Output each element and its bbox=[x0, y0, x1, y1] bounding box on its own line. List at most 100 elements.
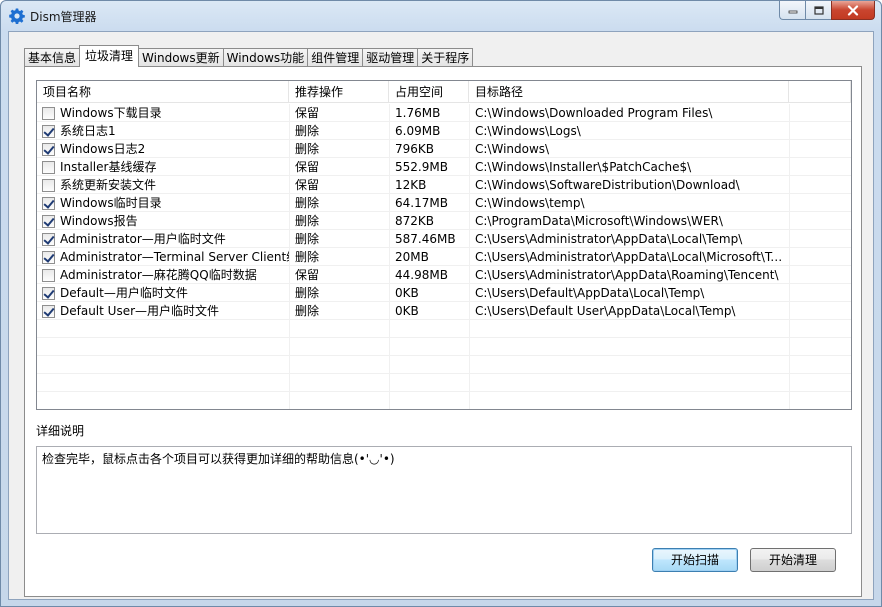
row-checkbox[interactable] bbox=[42, 178, 55, 192]
row-checkbox[interactable] bbox=[42, 196, 55, 210]
cell-action: 保留 bbox=[295, 160, 320, 174]
cell-path: C:\Users\Administrator\AppData\Roaming\T… bbox=[475, 268, 779, 282]
minimize-button[interactable] bbox=[779, 1, 805, 20]
cell-action: 保留 bbox=[295, 268, 320, 282]
cell-action: 保留 bbox=[295, 178, 320, 192]
cell-path: C:\ProgramData\Microsoft\Windows\WER\ bbox=[475, 214, 723, 228]
cell-path: C:\Windows\Downloaded Program Files\ bbox=[475, 106, 713, 120]
detail-label: 详细说明 bbox=[36, 424, 85, 438]
close-button[interactable] bbox=[831, 1, 875, 20]
tab-basic-info[interactable]: 基本信息 bbox=[24, 48, 81, 67]
cell-action: 删除 bbox=[295, 214, 320, 228]
row-checkbox[interactable] bbox=[42, 250, 55, 264]
gear-icon bbox=[9, 8, 25, 24]
column-header-size[interactable]: 占用空间 bbox=[389, 81, 469, 103]
cell-name: 系统日志1 bbox=[37, 122, 289, 140]
maximize-icon bbox=[813, 5, 824, 15]
column-header-path[interactable]: 目标路径 bbox=[469, 81, 789, 103]
tab-strip: 基本信息 垃圾清理 Windows更新 Windows功能 组件管理 驱动管理 … bbox=[24, 45, 474, 67]
table-row[interactable]: Default User—用户临时文件 删除 0KB C:\Users\Default… bbox=[37, 302, 851, 320]
app-window: Dism管理器 基本信息 垃圾清理 Windows更新 Windows功能 组件… bbox=[0, 0, 882, 607]
item-name: Windows日志2 bbox=[60, 142, 146, 156]
tab-junk-cleanup[interactable]: 垃圾清理 bbox=[79, 45, 140, 67]
item-name: Windows临时目录 bbox=[60, 196, 162, 210]
cell-name: Windows日志2 bbox=[37, 140, 289, 158]
cell-size: 6.09MB bbox=[395, 124, 441, 138]
caption-buttons bbox=[779, 1, 875, 21]
table-row[interactable]: Windows日志2 删除 796KB C:\Windows\ bbox=[37, 140, 851, 158]
cell-size: 0KB bbox=[395, 304, 419, 318]
item-name: Windows报告 bbox=[60, 214, 138, 228]
cell-name: Windows报告 bbox=[37, 212, 289, 230]
empty-row bbox=[37, 356, 851, 374]
table-row[interactable]: Windows下载目录 保留 1.76MB C:\Windows\Downloaded… bbox=[37, 104, 851, 122]
item-name: Administrator—用户临时文件 bbox=[60, 232, 226, 246]
junk-cleanup-panel: 项目名称 推荐操作 占用空间 目标路径 Windows下载目录 保留 1.76MB C… bbox=[24, 66, 862, 597]
cell-size: 587.46MB bbox=[395, 232, 456, 246]
minimize-icon bbox=[788, 10, 797, 14]
cell-name: Administrator—麻花腾QQ临时数据 bbox=[37, 266, 289, 284]
item-name: Administrator—麻花腾QQ临时数据 bbox=[60, 268, 257, 282]
row-checkbox[interactable] bbox=[42, 232, 55, 246]
tab-about[interactable]: 关于程序 bbox=[417, 48, 474, 67]
cell-path: C:\Windows\Installer\$PatchCache$\ bbox=[475, 160, 692, 174]
client-area: 基本信息 垃圾清理 Windows更新 Windows功能 组件管理 驱动管理 … bbox=[8, 31, 874, 600]
cell-path: C:\Windows\SoftwareDistribution\Download… bbox=[475, 178, 740, 192]
cell-size: 0KB bbox=[395, 286, 419, 300]
cell-path: C:\Users\Administrator\AppData\Local\Tem… bbox=[475, 232, 743, 246]
column-header-filler bbox=[789, 81, 851, 103]
row-checkbox[interactable] bbox=[42, 268, 55, 282]
tab-windows-update[interactable]: Windows更新 bbox=[138, 48, 224, 67]
table-row[interactable]: Installer基线缓存 保留 552.9MB C:\Windows\Install… bbox=[37, 158, 851, 176]
close-icon bbox=[847, 4, 859, 16]
cell-path: C:\Windows\temp\ bbox=[475, 196, 585, 210]
table-row[interactable]: Windows临时目录 删除 64.17MB C:\Windows\temp\ bbox=[37, 194, 851, 212]
column-header-name[interactable]: 项目名称 bbox=[37, 81, 289, 103]
row-checkbox[interactable] bbox=[42, 106, 55, 120]
cleanup-list[interactable]: 项目名称 推荐操作 占用空间 目标路径 Windows下载目录 保留 1.76MB C… bbox=[36, 80, 852, 410]
cell-size: 1.76MB bbox=[395, 106, 441, 120]
start-scan-button[interactable]: 开始扫描 bbox=[652, 548, 738, 572]
row-checkbox[interactable] bbox=[42, 214, 55, 228]
empty-row bbox=[37, 320, 851, 338]
row-checkbox[interactable] bbox=[42, 286, 55, 300]
cell-name: 系统更新安装文件 bbox=[37, 176, 289, 194]
cell-path: C:\Users\Default\AppData\Local\Temp\ bbox=[475, 286, 705, 300]
row-checkbox[interactable] bbox=[42, 160, 55, 174]
table-row[interactable]: Default—用户临时文件 删除 0KB C:\Users\Default\AppD… bbox=[37, 284, 851, 302]
tab-driver-management[interactable]: 驱动管理 bbox=[362, 48, 419, 67]
table-row[interactable]: Windows报告 删除 872KB C:\ProgramData\Microsoft… bbox=[37, 212, 851, 230]
table-row[interactable]: Administrator—Terminal Server Client缓存 删除… bbox=[37, 248, 851, 266]
tab-component-management[interactable]: 组件管理 bbox=[307, 48, 364, 67]
row-checkbox[interactable] bbox=[42, 124, 55, 138]
cell-action: 删除 bbox=[295, 232, 320, 246]
cell-size: 20MB bbox=[395, 250, 429, 264]
cell-name: Default User—用户临时文件 bbox=[37, 302, 289, 320]
start-clean-button[interactable]: 开始清理 bbox=[750, 548, 836, 572]
table-row[interactable]: Administrator—麻花腾QQ临时数据 保留 44.98MB C:\Users… bbox=[37, 266, 851, 284]
item-name: Windows下载目录 bbox=[60, 106, 162, 120]
row-checkbox[interactable] bbox=[42, 142, 55, 156]
row-checkbox[interactable] bbox=[42, 304, 55, 318]
cell-size: 796KB bbox=[395, 142, 435, 156]
item-name: Administrator—Terminal Server Client缓存 bbox=[60, 250, 289, 264]
empty-row bbox=[37, 374, 851, 392]
table-row[interactable]: Administrator—用户临时文件 删除 587.46MB C:\Users\A… bbox=[37, 230, 851, 248]
cell-action: 删除 bbox=[295, 304, 320, 318]
cell-name: Default—用户临时文件 bbox=[37, 284, 289, 302]
item-name: Installer基线缓存 bbox=[60, 160, 157, 174]
table-row[interactable]: 系统日志1 删除 6.09MB C:\Windows\Logs\ bbox=[37, 122, 851, 140]
cell-action: 删除 bbox=[295, 196, 320, 210]
cell-action: 保留 bbox=[295, 106, 320, 120]
table-row[interactable]: 系统更新安装文件 保留 12KB C:\Windows\SoftwareDistrib… bbox=[37, 176, 851, 194]
detail-textbox[interactable]: 检查完毕，鼠标点击各个项目可以获得更加详细的帮助信息(•'◡'•) bbox=[36, 446, 852, 534]
title-bar[interactable]: Dism管理器 bbox=[1, 1, 881, 31]
empty-row bbox=[37, 338, 851, 356]
cell-size: 872KB bbox=[395, 214, 435, 228]
cell-path: C:\Users\Default User\AppData\Local\Temp… bbox=[475, 304, 736, 318]
cell-name: Installer基线缓存 bbox=[37, 158, 289, 176]
tab-windows-features[interactable]: Windows功能 bbox=[222, 48, 309, 67]
column-header-action[interactable]: 推荐操作 bbox=[289, 81, 389, 103]
maximize-button[interactable] bbox=[805, 1, 831, 20]
cell-path: C:\Windows\Logs\ bbox=[475, 124, 581, 138]
